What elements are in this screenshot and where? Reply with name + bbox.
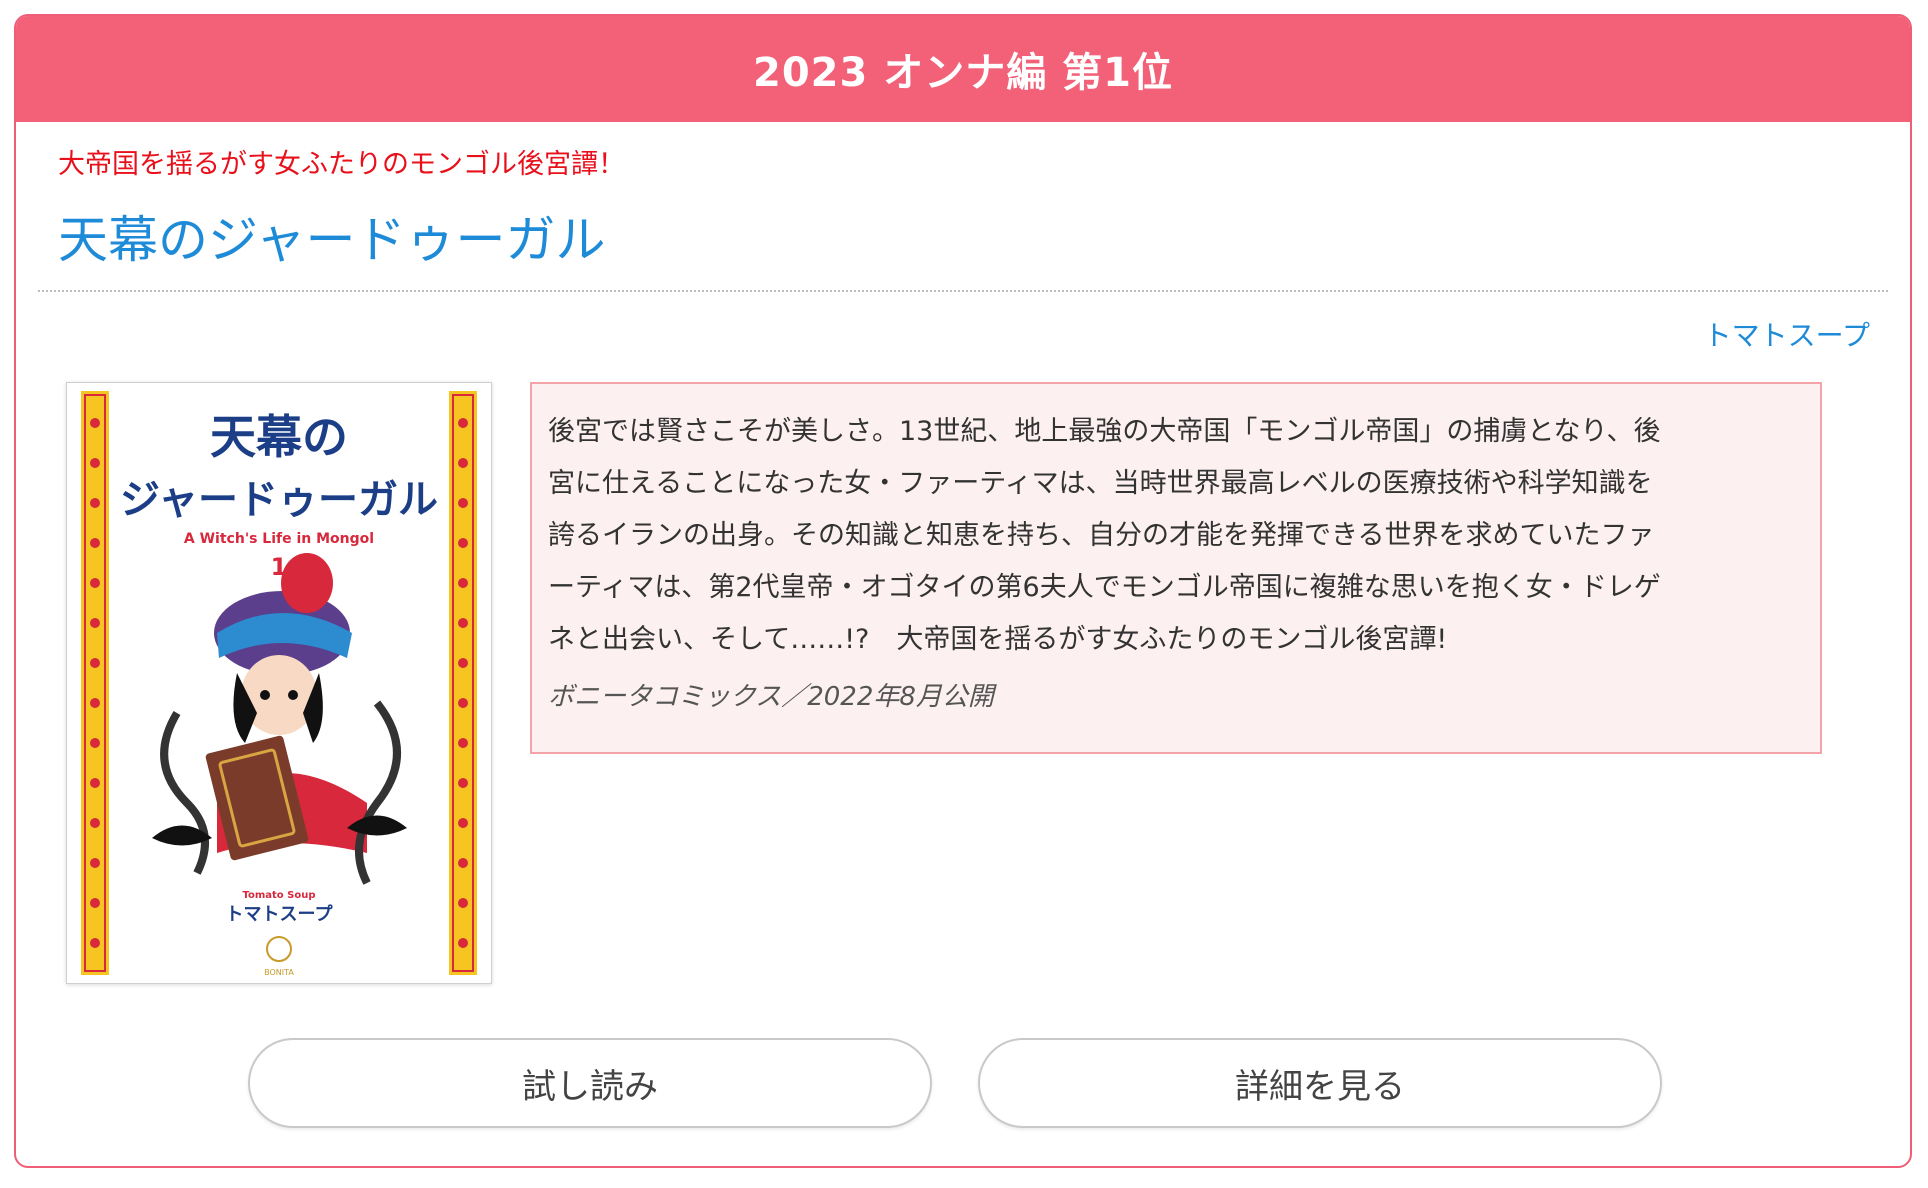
ranking-banner: 2023 オンナ編 第1位 xyxy=(16,16,1910,122)
cover-illustration: 天幕の ジャードゥーガル A Witch's Life in Mongol 1 xyxy=(67,383,491,983)
ranking-title: 2023 オンナ編 第1位 xyxy=(752,50,1173,96)
cover-title-line2: ジャードゥーガル xyxy=(120,477,438,523)
synopsis-line: 誇るイランの出身。その知識と知恵を持ち、自分の才能を発揮できる世界を求めていたフ… xyxy=(548,520,1655,551)
divider xyxy=(38,290,1888,292)
synopsis-line: ーティマは、第2代皇帝・オゴタイの第6夫人でモンゴル帝国に複雑な思いを抱く女・ド… xyxy=(548,572,1661,603)
catchphrase: 大帝国を揺るがす女ふたりのモンゴル後宮譚！ xyxy=(58,149,625,180)
imprint-text: BONITA xyxy=(264,968,294,977)
work-title-link[interactable]: 天幕のジャードゥーガル xyxy=(58,200,606,272)
publisher-info: ボニータコミックス／2022年8月公開 xyxy=(548,682,994,712)
synopsis-text: 後宮では賢さこそが美しさ。13世紀、地上最強の大帝国「モンゴル帝国」の捕虜となり… xyxy=(548,406,1804,666)
synopsis-box: 後宮では賢さこそが美しさ。13世紀、地上最強の大帝国「モンゴル帝国」の捕虜となり… xyxy=(530,382,1822,754)
cover-image[interactable]: 天幕の ジャードゥーガル A Witch's Life in Mongol 1 xyxy=(66,382,492,984)
author-link[interactable]: トマトスープ xyxy=(1704,314,1870,354)
cover-subtitle: A Witch's Life in Mongol xyxy=(184,531,374,547)
ranking-card: 2023 オンナ編 第1位 大帝国を揺るがす女ふたりのモンゴル後宮譚！ 天幕のジ… xyxy=(14,14,1912,1168)
cover-author-en: Tomato Soup xyxy=(242,890,315,901)
synopsis-line: 後宮では賢さこそが美しさ。13世紀、地上最強の大帝国「モンゴル帝国」の捕虜となり… xyxy=(548,416,1661,447)
cover-author-jp: トマトスープ xyxy=(226,903,334,925)
view-details-button[interactable]: 詳細を見る xyxy=(978,1038,1662,1128)
trial-read-button[interactable]: 試し読み xyxy=(248,1038,932,1128)
cover-title-line1: 天幕の xyxy=(210,410,348,464)
synopsis-line: ネと出会い、そして……!? 大帝国を揺るがす女ふたりのモンゴル後宮譚! xyxy=(548,624,1448,655)
synopsis-line: 宮に仕えることになった女・ファーティマは、当時世界最高レベルの医療技術や科学知識… xyxy=(548,468,1653,499)
